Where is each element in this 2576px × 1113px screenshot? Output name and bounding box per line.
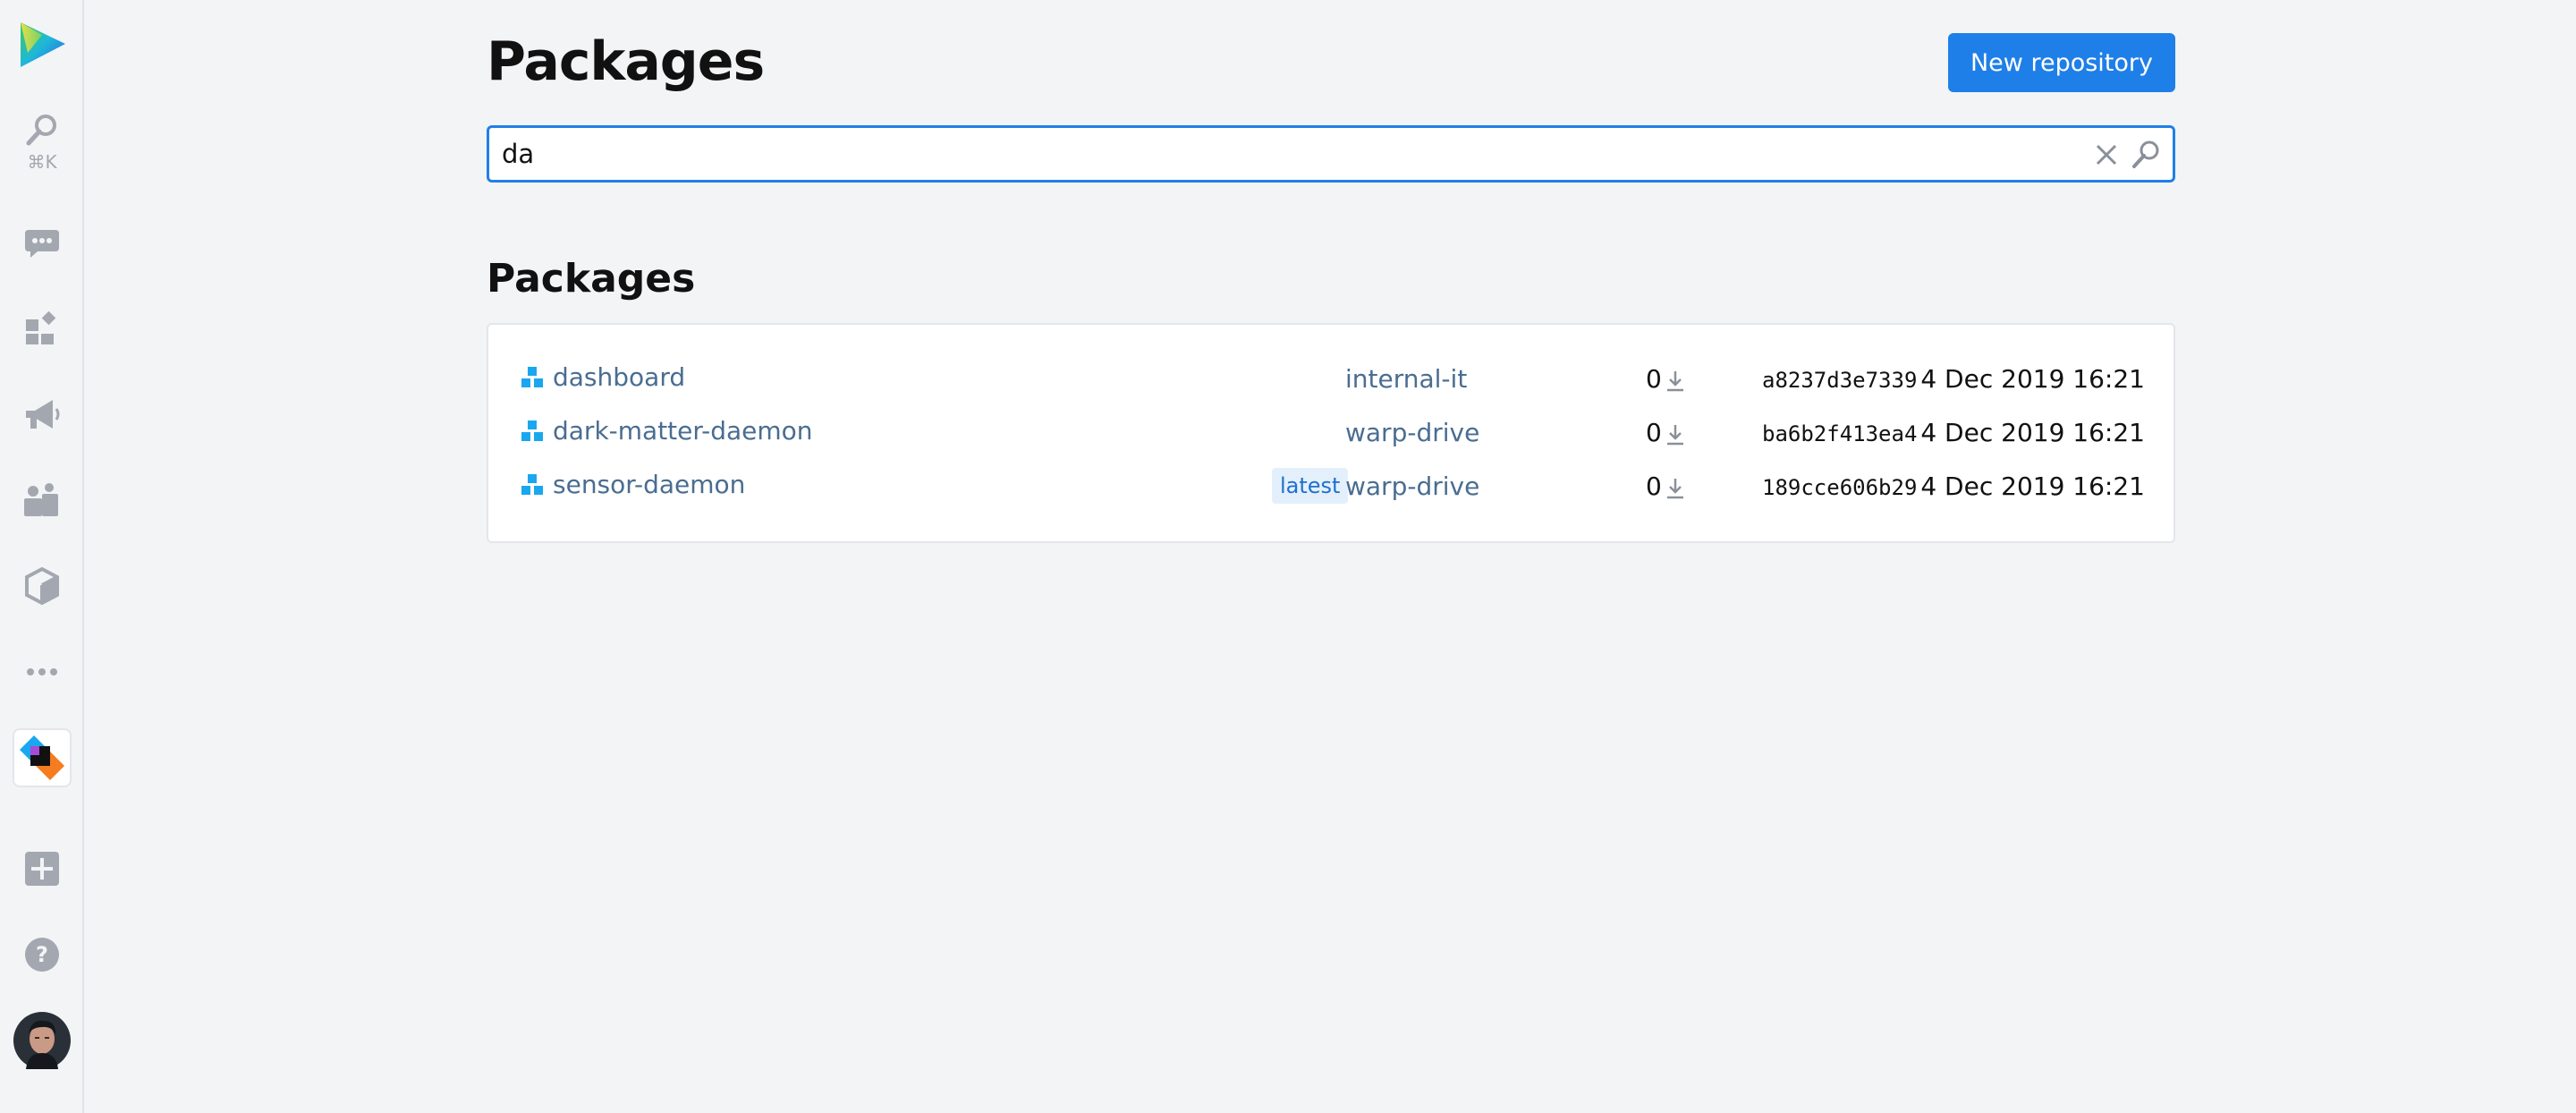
section-title: Packages <box>487 256 696 302</box>
package-box-icon <box>25 566 59 606</box>
repository-link[interactable]: warp-drive <box>1345 472 1479 501</box>
sidebar-search[interactable]: ⌘K <box>0 102 84 183</box>
organization-logo-icon <box>20 735 64 780</box>
help-icon: ? <box>25 938 59 972</box>
sidebar-item-packages[interactable] <box>0 565 84 607</box>
chat-bubble-icon <box>25 230 59 258</box>
download-count: 0 <box>1646 472 1662 501</box>
download-icon <box>1667 371 1683 392</box>
sidebar: ⌘K ? <box>0 0 84 1113</box>
package-hash: 189cce606b29 <box>1762 475 1918 500</box>
apps-grid-icon <box>26 310 56 344</box>
table-row[interactable]: dashboard internal-it 0 a8237d3e7339 4 D… <box>488 353 2174 407</box>
package-hash: a8237d3e7339 <box>1762 368 1918 393</box>
sidebar-add-button[interactable] <box>0 848 84 889</box>
avatar <box>13 1012 71 1069</box>
package-icon <box>521 367 543 387</box>
package-name-link[interactable]: dark-matter-daemon <box>553 416 813 446</box>
svg-text:?: ? <box>36 942 48 967</box>
sidebar-item-more[interactable] <box>0 651 84 692</box>
search-icon <box>26 115 56 146</box>
app-logo[interactable] <box>0 13 84 75</box>
download-icon <box>1667 425 1683 446</box>
sidebar-item-org[interactable] <box>13 728 72 787</box>
table-row[interactable]: dark-matter-daemon warp-drive 0 ba6b2f41… <box>488 407 2174 461</box>
repository-link[interactable]: internal-it <box>1345 364 1467 394</box>
package-date: 4 Dec 2019 16:21 <box>1920 418 2145 447</box>
more-dots-icon <box>27 668 57 675</box>
team-icon <box>24 483 58 516</box>
sidebar-item-team[interactable] <box>0 480 84 521</box>
search-box <box>487 125 2175 183</box>
package-hash: ba6b2f413ea4 <box>1762 421 1918 446</box>
search-input[interactable] <box>502 128 2022 180</box>
package-icon <box>521 421 543 441</box>
package-icon <box>521 474 543 495</box>
download-count: 0 <box>1646 418 1662 447</box>
user-avatar[interactable] <box>0 1009 84 1072</box>
sidebar-item-chats[interactable] <box>0 224 84 265</box>
latest-badge: latest <box>1272 468 1349 504</box>
package-name-link[interactable]: sensor-daemon <box>553 470 745 499</box>
new-repository-button[interactable]: New repository <box>1948 33 2175 92</box>
sidebar-item-projects[interactable] <box>0 308 84 349</box>
download-count: 0 <box>1646 364 1662 394</box>
package-date: 4 Dec 2019 16:21 <box>1920 364 2145 394</box>
plus-square-icon <box>25 852 59 886</box>
table-row[interactable]: sensor-daemon latest warp-drive 0 189cce… <box>488 461 2174 514</box>
package-date: 4 Dec 2019 16:21 <box>1920 472 2145 501</box>
clear-icon[interactable] <box>2094 142 2119 167</box>
download-icon <box>1667 479 1683 499</box>
sidebar-item-blog[interactable] <box>0 394 84 435</box>
page-title: Packages <box>487 30 765 93</box>
sidebar-help-button[interactable]: ? <box>0 934 84 975</box>
package-list: dashboard internal-it 0 a8237d3e7339 4 D… <box>487 323 2175 543</box>
search-shortcut-hint: ⌘K <box>27 151 57 173</box>
repository-link[interactable]: warp-drive <box>1345 418 1479 447</box>
search-icon[interactable] <box>2130 139 2162 171</box>
space-logo-icon <box>21 22 65 67</box>
megaphone-icon <box>26 400 60 429</box>
package-name-link[interactable]: dashboard <box>553 362 685 392</box>
